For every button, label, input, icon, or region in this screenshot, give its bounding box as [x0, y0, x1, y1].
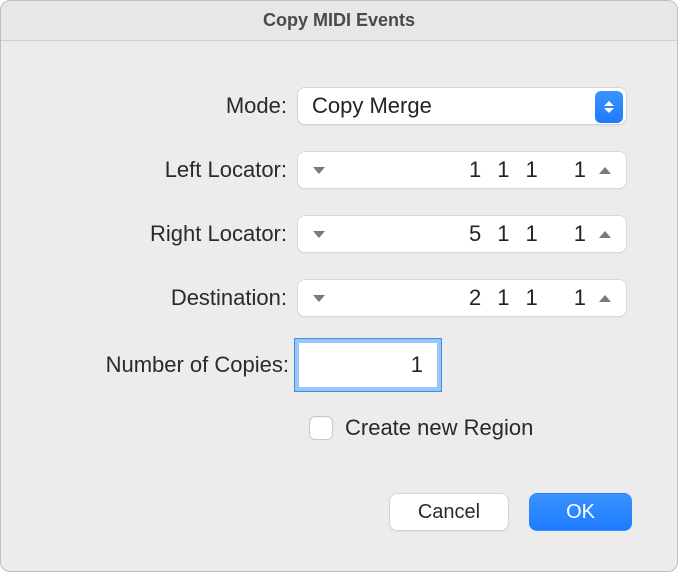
right-locator-row: Right Locator: 5 1 1 1	[51, 215, 627, 253]
destination-row: Destination: 2 1 1 1	[51, 279, 627, 317]
destination-label: Destination:	[51, 285, 297, 311]
right-locator-values: 5 1 1 1	[330, 221, 594, 247]
right-locator-v4: 1	[574, 221, 586, 247]
mode-label: Mode:	[51, 93, 297, 119]
ok-button[interactable]: OK	[529, 493, 632, 531]
create-new-region-checkbox[interactable]	[309, 416, 333, 440]
left-locator-row: Left Locator: 1 1 1 1	[51, 151, 627, 189]
destination-v4: 1	[574, 285, 586, 311]
chevron-up-icon	[599, 295, 611, 302]
destination-increment[interactable]	[594, 280, 616, 316]
left-locator-v1: 1	[469, 157, 481, 183]
left-locator-v3: 1	[526, 157, 538, 183]
destination-v2: 1	[497, 285, 509, 311]
chevron-down-icon	[313, 167, 325, 174]
destination-decrement[interactable]	[308, 280, 330, 316]
chevron-up-icon	[599, 167, 611, 174]
right-locator-label: Right Locator:	[51, 221, 297, 247]
cancel-button[interactable]: Cancel	[389, 493, 509, 531]
left-locator-decrement[interactable]	[308, 152, 330, 188]
create-new-region-row: Create new Region	[309, 415, 627, 441]
destination-v3: 1	[526, 285, 538, 311]
right-locator-decrement[interactable]	[308, 216, 330, 252]
titlebar: Copy MIDI Events	[1, 1, 677, 41]
chevron-down-icon	[313, 295, 325, 302]
left-locator-field[interactable]: 1 1 1 1	[297, 151, 627, 189]
left-locator-v4: 1	[574, 157, 586, 183]
button-bar: Cancel OK	[1, 493, 677, 571]
right-locator-field[interactable]: 5 1 1 1	[297, 215, 627, 253]
copy-midi-events-dialog: Copy MIDI Events Mode: Copy Merge Left L…	[0, 0, 678, 572]
dialog-title: Copy MIDI Events	[263, 10, 415, 31]
destination-field[interactable]: 2 1 1 1	[297, 279, 627, 317]
left-locator-label: Left Locator:	[51, 157, 297, 183]
chevron-up-icon	[599, 231, 611, 238]
number-of-copies-input[interactable]	[299, 343, 437, 387]
left-locator-increment[interactable]	[594, 152, 616, 188]
left-locator-values: 1 1 1 1	[330, 157, 594, 183]
dialog-content: Mode: Copy Merge Left Locator:	[1, 41, 677, 493]
right-locator-v2: 1	[497, 221, 509, 247]
destination-v1: 2	[469, 285, 481, 311]
right-locator-v3: 1	[526, 221, 538, 247]
right-locator-increment[interactable]	[594, 216, 616, 252]
mode-row: Mode: Copy Merge	[51, 87, 627, 125]
mode-select-value: Copy Merge	[298, 93, 626, 119]
number-of-copies-row: Number of Copies:	[51, 343, 627, 387]
right-locator-v1: 5	[469, 221, 481, 247]
mode-select-stepper-icon[interactable]	[595, 91, 623, 123]
chevron-down-icon	[313, 231, 325, 238]
mode-select[interactable]: Copy Merge	[297, 87, 627, 125]
number-of-copies-label: Number of Copies:	[51, 352, 299, 378]
destination-values: 2 1 1 1	[330, 285, 594, 311]
create-new-region-label: Create new Region	[345, 415, 533, 441]
left-locator-v2: 1	[497, 157, 509, 183]
